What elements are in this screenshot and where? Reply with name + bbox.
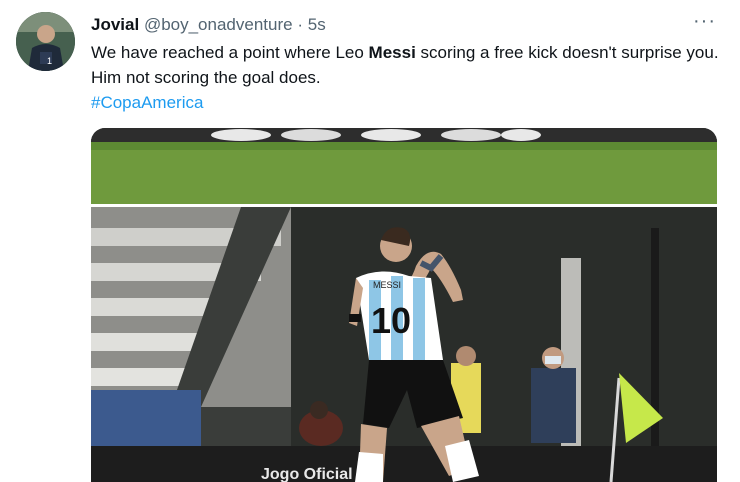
tweet-text-bold: Messi xyxy=(368,43,416,62)
avatar[interactable]: 1 xyxy=(16,12,75,71)
display-name[interactable]: Jovial xyxy=(91,15,139,34)
tweet-timestamp[interactable]: 5s xyxy=(308,15,326,34)
svg-text:1: 1 xyxy=(47,56,52,66)
tweet-text: We have reached a point where Leo Messi … xyxy=(91,40,721,90)
tweet-card[interactable]: 1 Jovial @boy_onadventure · 5s ··· We ha… xyxy=(0,0,740,482)
user-handle[interactable]: @boy_onadventure xyxy=(144,15,293,34)
board-text: Jogo Oficial xyxy=(261,466,353,482)
tweet-media-image[interactable]: Jogo Oficial MESSI 10 xyxy=(91,128,717,482)
jersey-number: 10 xyxy=(371,300,411,341)
header-separator: · xyxy=(297,15,303,34)
more-horizontal-icon[interactable]: ··· xyxy=(693,10,716,33)
tweet-header: Jovial @boy_onadventure · 5s xyxy=(91,14,326,36)
avatar-image: 1 xyxy=(16,12,75,71)
tweet-text-part1: We have reached a point where Leo xyxy=(91,43,369,62)
hashtag-link[interactable]: #CopaAmerica xyxy=(91,90,203,115)
messi-celebration-photo: Jogo Oficial MESSI 10 xyxy=(91,128,717,482)
jersey-name: MESSI xyxy=(373,280,401,290)
